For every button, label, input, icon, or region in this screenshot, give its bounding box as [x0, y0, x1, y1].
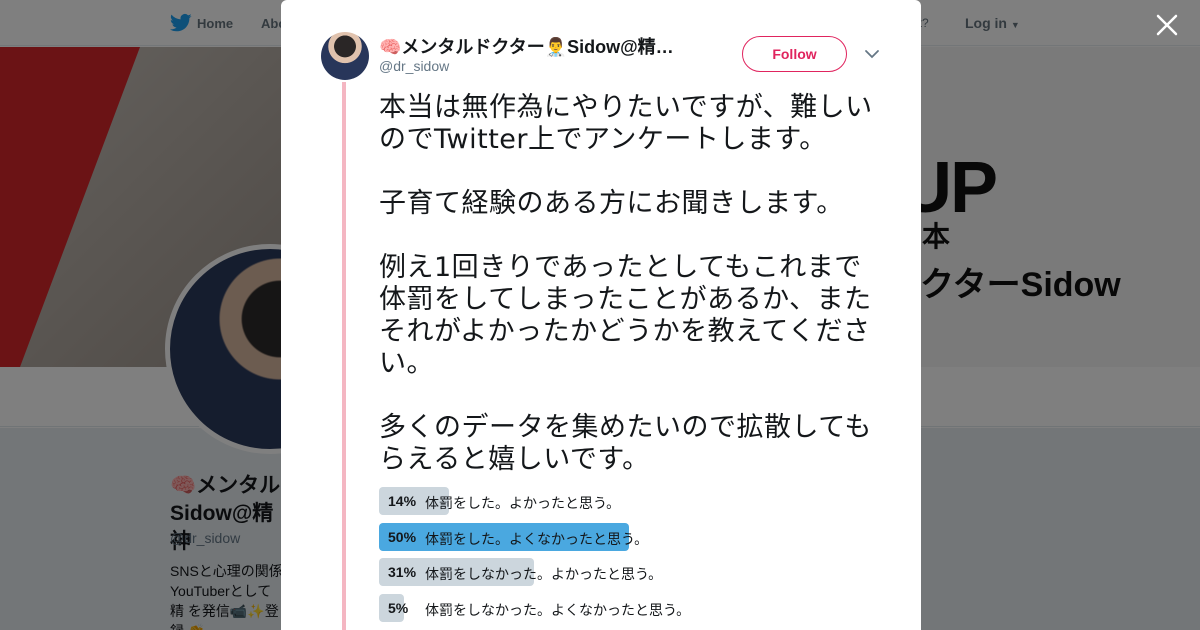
chevron-down-icon[interactable] [864, 47, 880, 61]
tweet-modal: 🧠メンタルドクター👨‍⚕️Sidow@精神科医 @dr_sidow Follow… [281, 0, 921, 630]
close-icon[interactable] [1154, 12, 1180, 38]
tweet-text: 本当は無作為にやりたいですが、難しいのでTwitter上でアンケートします。 子… [379, 92, 873, 475]
screen-name[interactable]: @dr_sidow [379, 58, 449, 74]
display-name[interactable]: 🧠メンタルドクター👨‍⚕️Sidow@精神科医 [379, 33, 689, 59]
follow-button[interactable]: Follow [742, 36, 847, 72]
poll-percent: 5% [388, 599, 409, 616]
poll: 14% 体罰をした。よかったと思う。 50% 体罰をした。よくなかったと思う。 … [379, 487, 889, 629]
poll-label: 体罰をしなかった。よかったと思う。 [425, 567, 663, 583]
poll-choice: 14% 体罰をした。よかったと思う。 [379, 487, 889, 515]
poll-choice: 31% 体罰をしなかった。よかったと思う。 [379, 558, 889, 586]
poll-percent: 14% [388, 493, 417, 509]
poll-label: 体罰をした。よくなかったと思う。 [425, 531, 649, 548]
poll-label: 体罰をしなかった。よくなかったと思う。 [425, 602, 691, 619]
poll-label: 体罰をした。よかったと思う。 [425, 496, 621, 512]
avatar[interactable] [321, 32, 369, 80]
thread-line [342, 82, 346, 630]
poll-percent: 50% [388, 528, 417, 545]
poll-choice: 50% 体罰をした。よくなかったと思う。 [379, 522, 889, 551]
poll-percent: 31% [388, 564, 417, 580]
poll-choice: 5% 体罰をしなかった。よくなかったと思う。 [379, 593, 889, 622]
